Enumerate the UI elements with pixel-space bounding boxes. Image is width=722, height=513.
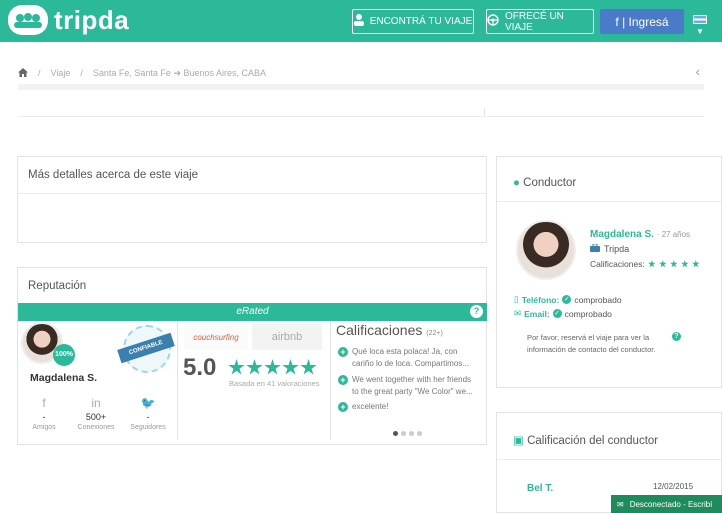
lock-icon: ▣ (513, 435, 524, 447)
home-icon[interactable] (18, 67, 28, 79)
driver-name-row: Magdalena S. · 27 años (590, 229, 690, 240)
review-item[interactable]: + Qué loca esta polaca! Ja, con cariño l… (338, 346, 474, 370)
reviewer-name[interactable]: Bel T. (527, 483, 553, 494)
erated-brand: eRated (236, 306, 269, 317)
star-icon (658, 260, 667, 268)
user-icon (353, 14, 364, 29)
star-icon (228, 359, 245, 375)
driver-company: Tripda (604, 244, 630, 254)
brand-logo[interactable]: tripda (8, 4, 129, 36)
contact-note: Por favor, reservá el viaje para ver la … (527, 333, 656, 354)
review-item[interactable]: + We went together with her friends to t… (338, 374, 474, 398)
review-item[interactable]: + excelente! (338, 401, 474, 413)
stat-friends: f - Amigos (24, 396, 64, 431)
divider (484, 108, 485, 116)
carousel-dot[interactable] (401, 431, 406, 436)
argentina-flag-icon[interactable] (693, 15, 707, 24)
trip-details-title: Más detalles acerca de este viaje (28, 169, 199, 181)
email-verification: ✉ Email: ✓ comprobado (514, 308, 612, 319)
offer-trip-button[interactable]: OFRECÉ UN VIAJE (486, 9, 594, 34)
find-trip-button[interactable]: ENCONTRÁ TU VIAJE (352, 9, 474, 34)
divider (177, 322, 178, 440)
trust-badge: 100% (53, 344, 75, 366)
carousel-dot[interactable] (393, 431, 398, 436)
top-navbar: tripda ENCONTRÁ TU VIAJE OFRECÉ UN VIAJE… (0, 0, 722, 42)
envelope-icon: ✉ (514, 308, 522, 318)
star-icon (680, 260, 689, 268)
driver-rating-title: ▣ Calificación del conductor (513, 435, 659, 447)
chat-status-text: Desconectado - Escribí (629, 499, 713, 509)
phone-verification: ▯ Teléfono: ✓ comprobado (514, 294, 622, 305)
profile-name: Magdalena S. (30, 372, 98, 384)
linkedin-icon: in (91, 396, 101, 410)
divider (497, 201, 721, 202)
star-icon (691, 260, 700, 268)
divider (18, 116, 704, 117)
star-icon (282, 359, 299, 375)
carousel-dot[interactable] (409, 431, 414, 436)
airbnb-logo: airbnb (252, 324, 322, 350)
plus-icon: + (338, 375, 348, 385)
plus-icon: + (338, 347, 348, 357)
driver-company-row: Tripda (590, 243, 630, 254)
check-icon: ✓ (552, 309, 562, 318)
based-on-text: Basada en 41 valoraciones (229, 379, 320, 388)
driver-ratings-row: Calificaciones: (590, 259, 700, 269)
plus-icon: + (338, 402, 348, 412)
driver-age: · 27 años (656, 230, 691, 239)
star-icon (669, 260, 678, 268)
divider (18, 193, 486, 194)
breadcrumb-separator: / (38, 68, 41, 78)
reputation-title: Reputación (28, 280, 87, 292)
breadcrumb-trip[interactable]: Viaje (51, 68, 71, 78)
breadcrumb-route: Santa Fe, Santa Fe ➔ Buenos Aires, CABA (92, 67, 267, 78)
steering-wheel-icon (487, 14, 499, 29)
carousel-dots (393, 431, 422, 436)
chat-status-bar[interactable]: ✉ Desconectado - Escribí (611, 495, 722, 513)
offer-trip-label: OFRECÉ UN VIAJE (505, 10, 564, 33)
breadcrumb: / Viaje / Santa Fe, Santa Fe ➔ Buenos Ai… (18, 64, 704, 82)
twitter-icon: 🐦 (140, 396, 156, 410)
help-icon[interactable]: ? (672, 332, 681, 341)
help-icon[interactable]: ? (470, 305, 483, 318)
star-icon (246, 359, 263, 375)
score-stars (228, 359, 317, 376)
review-date: 12/02/2015 (653, 482, 694, 491)
find-trip-label: ENCONTRÁ TU VIAJE (369, 16, 473, 27)
car-logo-icon (8, 5, 48, 35)
envelope-icon: ✉ (617, 499, 624, 509)
stat-connections: in 500+ Conexiones (77, 396, 115, 431)
chevron-down-icon[interactable]: ▼ (696, 27, 704, 36)
driver-panel-title: ● Conductor (513, 177, 577, 189)
divider (497, 459, 721, 460)
facebook-login-button[interactable]: f | Ingresá (600, 9, 684, 34)
back-chevron-icon[interactable]: ‹ (696, 64, 700, 79)
driver-avatar[interactable] (516, 220, 576, 280)
stat-followers: 🐦 - Seguidores (128, 396, 168, 431)
driver-name[interactable]: Magdalena S. (590, 229, 654, 240)
brand-name: tripda (54, 4, 130, 35)
star-icon (300, 359, 317, 375)
breadcrumb-separator: / (80, 68, 83, 78)
user-icon: ● (513, 177, 520, 189)
couchsurfing-logo: couchsurfing (184, 324, 248, 350)
ratings-heading: Calificaciones (22+) (336, 322, 443, 338)
carousel-dot[interactable] (417, 431, 422, 436)
star-icon (647, 260, 656, 268)
divider (18, 84, 704, 90)
briefcase-icon (590, 243, 600, 254)
star-icon (264, 359, 281, 375)
facebook-icon: f (42, 396, 46, 410)
erated-bar: eRated ? (18, 303, 487, 321)
trip-details-panel: Más detalles acerca de este viaje (17, 156, 487, 243)
divider (330, 322, 331, 440)
phone-icon: ▯ (514, 294, 519, 304)
check-icon: ✓ (562, 295, 572, 304)
reputation-score: 5.0 (183, 354, 217, 381)
